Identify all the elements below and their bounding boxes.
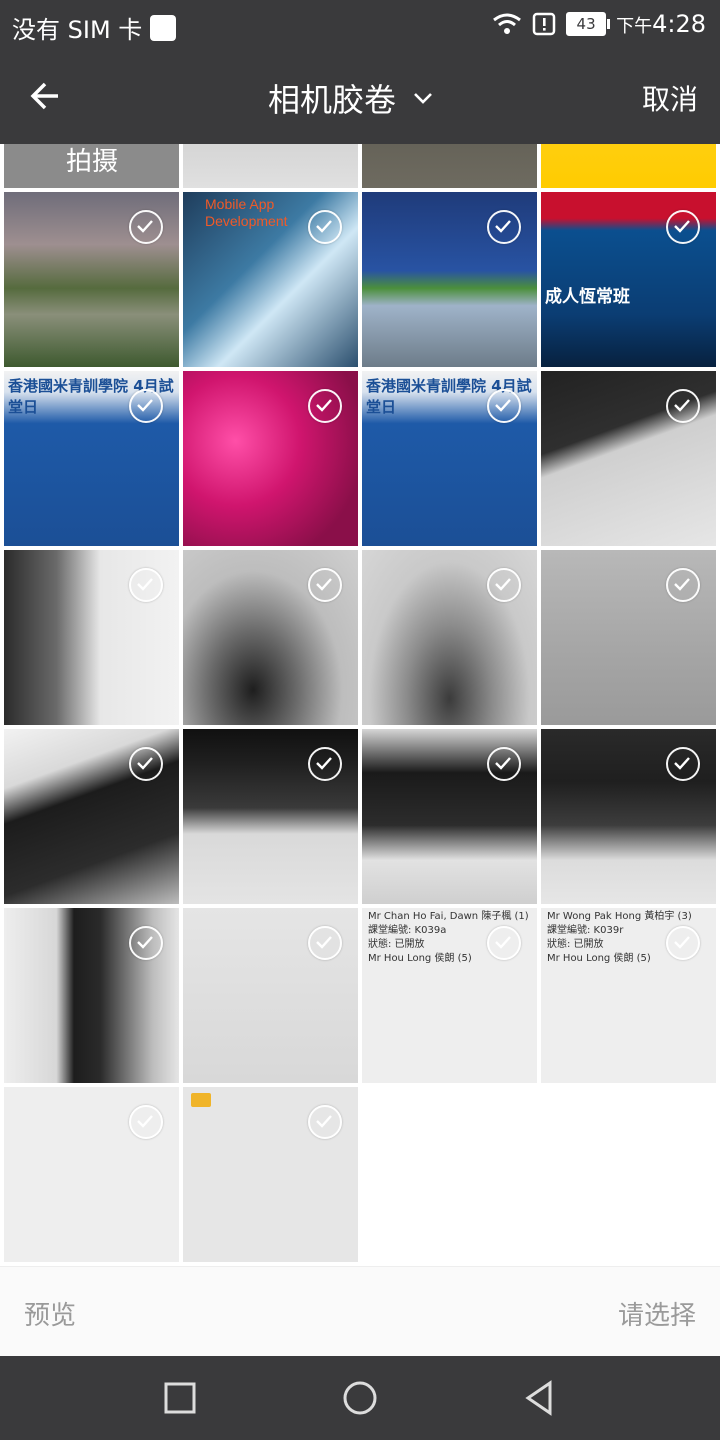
- photo-tile[interactable]: [183, 729, 358, 904]
- home-icon[interactable]: [340, 1378, 380, 1418]
- select-check-icon[interactable]: [487, 926, 521, 960]
- clock: 下午4:28: [616, 10, 706, 38]
- photo-grid: 拍摄 Mobile App Development 成人恆常班 香港國米青訓學院…: [0, 144, 720, 1266]
- photo-tile[interactable]: [183, 144, 358, 188]
- select-check-icon[interactable]: [308, 210, 342, 244]
- photo-caption: 成人恆常班: [545, 287, 630, 307]
- select-check-icon[interactable]: [666, 747, 700, 781]
- photo-tile[interactable]: 成人恆常班: [541, 192, 716, 367]
- photo-tile[interactable]: [4, 1087, 179, 1262]
- photo-tile[interactable]: Mr Chan Ho Fai, Dawn 陳子楓 (1) 課堂編號: K039a…: [362, 908, 537, 1083]
- photo-tile[interactable]: [362, 550, 537, 725]
- select-check-icon[interactable]: [308, 1105, 342, 1139]
- select-check-icon[interactable]: [129, 926, 163, 960]
- choose-button[interactable]: 请选择: [618, 1295, 696, 1332]
- select-check-icon[interactable]: [308, 926, 342, 960]
- select-check-icon[interactable]: [308, 389, 342, 423]
- photo-tile[interactable]: [362, 729, 537, 904]
- back-nav-icon[interactable]: [520, 1378, 560, 1418]
- photo-tile[interactable]: [183, 1087, 358, 1262]
- capture-label: 拍摄: [66, 147, 119, 177]
- photo-tile[interactable]: [541, 144, 716, 188]
- select-check-icon[interactable]: [308, 568, 342, 602]
- select-check-icon[interactable]: [308, 747, 342, 781]
- photo-tile[interactable]: [4, 908, 179, 1083]
- recent-apps-icon[interactable]: [160, 1378, 200, 1418]
- select-check-icon[interactable]: [129, 747, 163, 781]
- photo-tile[interactable]: [541, 550, 716, 725]
- preview-button[interactable]: 预览: [24, 1295, 76, 1332]
- photo-tile[interactable]: 香港國米青訓學院 4月試堂日: [362, 371, 537, 546]
- photo-tile[interactable]: Mr Wong Pak Hong 黃柏宇 (3) 課堂編號: K039r 狀態:…: [541, 908, 716, 1083]
- cancel-button[interactable]: 取消: [642, 78, 698, 118]
- photo-caption: Mobile App Development: [205, 196, 288, 229]
- wifi-icon: [493, 13, 522, 34]
- photo-tile[interactable]: [183, 371, 358, 546]
- alert-icon: [532, 12, 556, 36]
- select-check-icon[interactable]: [487, 568, 521, 602]
- status-bar: 没有 SIM 卡 43 下午4:28: [0, 0, 720, 50]
- carrier-text: 没有 SIM 卡: [12, 16, 143, 44]
- select-check-icon[interactable]: [129, 568, 163, 602]
- battery-icon: 43: [566, 12, 611, 36]
- select-check-icon[interactable]: [666, 210, 700, 244]
- photo-tile[interactable]: 香港國米青訓學院 4月試堂日: [4, 371, 179, 546]
- photo-tile[interactable]: [541, 371, 716, 546]
- photo-tile[interactable]: [4, 729, 179, 904]
- select-check-icon[interactable]: [666, 389, 700, 423]
- folder-icon: [191, 1093, 211, 1107]
- chevron-down-icon: [414, 93, 432, 104]
- photo-tile[interactable]: [362, 144, 537, 188]
- photo-tile[interactable]: [183, 550, 358, 725]
- photo-tile[interactable]: [4, 192, 179, 367]
- page-title: 相机胶卷: [268, 81, 397, 119]
- photo-tile[interactable]: [362, 192, 537, 367]
- bottom-action-bar: 预览 请选择: [0, 1266, 720, 1357]
- carrier-status: 没有 SIM 卡: [12, 10, 177, 45]
- select-check-icon[interactable]: [129, 1105, 163, 1139]
- status-icons: 43 下午4:28: [492, 10, 706, 38]
- select-check-icon[interactable]: [487, 389, 521, 423]
- photo-tile[interactable]: [541, 729, 716, 904]
- system-nav-bar: [0, 1356, 720, 1440]
- title-bar: 相机胶卷 取消: [0, 50, 720, 144]
- select-check-icon[interactable]: [129, 210, 163, 244]
- back-arrow-icon[interactable]: [24, 72, 72, 120]
- select-check-icon[interactable]: [666, 568, 700, 602]
- select-check-icon[interactable]: [487, 210, 521, 244]
- photo-tile[interactable]: [183, 908, 358, 1083]
- select-check-icon[interactable]: [666, 926, 700, 960]
- camera-capture-tile[interactable]: 拍摄: [4, 144, 179, 188]
- select-check-icon[interactable]: [487, 747, 521, 781]
- select-check-icon[interactable]: [129, 389, 163, 423]
- photo-tile[interactable]: Mobile App Development: [183, 192, 358, 367]
- album-selector[interactable]: 相机胶卷: [268, 75, 436, 121]
- photo-tile[interactable]: [4, 550, 179, 725]
- notification-icon: [150, 14, 177, 41]
